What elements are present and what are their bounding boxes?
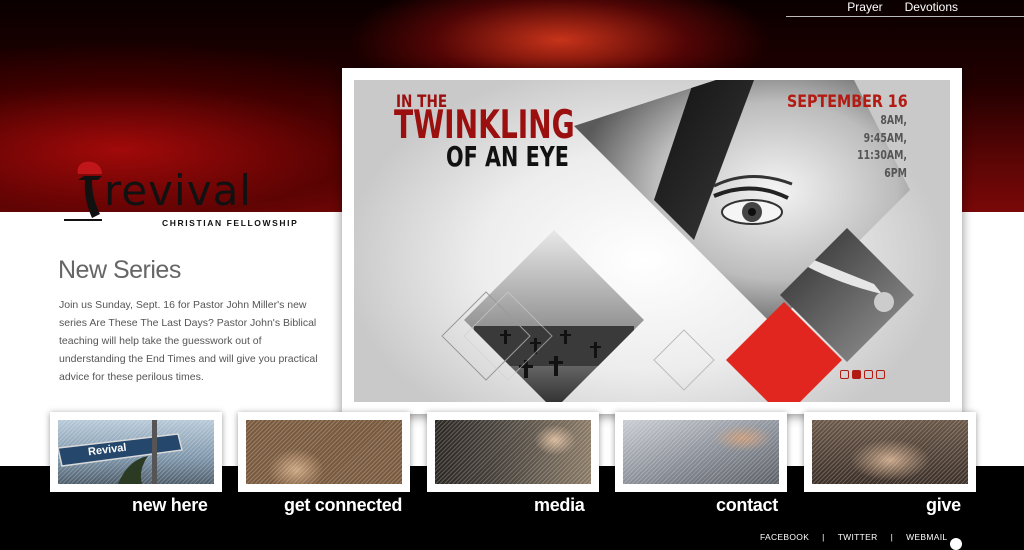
thumb-contact[interactable]	[615, 412, 787, 492]
thumb-image-new-here: Revival	[58, 420, 214, 484]
nav-devotions-link[interactable]: Devotions	[905, 0, 958, 14]
thumb-image-give	[812, 420, 968, 484]
footer-separator: |	[890, 532, 894, 542]
slide-dot-4[interactable]	[876, 370, 885, 379]
banner-title-line3: OF AN EYE	[446, 140, 569, 173]
slide-dot-1[interactable]	[840, 370, 849, 379]
thumb-image-contact	[623, 420, 779, 484]
scroll-indicator-icon[interactable]	[950, 538, 962, 550]
thumb-give[interactable]	[804, 412, 976, 492]
webmail-link[interactable]: WEBMAIL	[906, 532, 947, 542]
series-heading: New Series	[58, 256, 181, 284]
street-sign-graphic	[58, 420, 183, 484]
new-here-link[interactable]: new here	[132, 495, 208, 516]
media-link[interactable]: media	[534, 495, 585, 516]
logo-subtitle: CHRISTIAN FELLOWSHIP	[162, 218, 299, 228]
thumb-image-media	[435, 420, 591, 484]
contact-link[interactable]: contact	[716, 495, 778, 516]
logo-figure-icon	[64, 161, 102, 221]
slide-dot-2[interactable]	[852, 370, 861, 379]
footer-separator: |	[822, 532, 825, 542]
thumb-media[interactable]	[427, 412, 599, 492]
get-connected-link[interactable]: get connected	[284, 495, 402, 516]
banner-time: 9:45AM,	[863, 130, 907, 145]
banner-times: 8AM, 9:45AM, 11:30AM, 6PM	[843, 112, 907, 182]
slider-pagination	[840, 370, 885, 379]
give-link[interactable]: give	[926, 495, 961, 516]
featured-banner[interactable]: IN THE TWINKLING OF AN EYE SEPTEMBER 16 …	[342, 68, 962, 414]
slide-dot-3[interactable]	[864, 370, 873, 379]
banner-time: 11:30AM,	[857, 148, 907, 162]
banner-image: IN THE TWINKLING OF AN EYE SEPTEMBER 16 …	[354, 80, 950, 402]
series-description: Join us Sunday, Sept. 16 for Pastor John…	[59, 299, 318, 383]
thumb-image-get-connected	[246, 420, 402, 484]
footer-links: FACEBOOK | TWITTER | WEBMAIL	[760, 532, 947, 542]
banner-time: 8AM,	[880, 113, 907, 127]
top-nav: Prayer Devotions	[847, 0, 958, 14]
revival-logo[interactable]: revival CHRISTIAN FELLOWSHIP	[62, 158, 320, 228]
nav-prayer-link[interactable]: Prayer	[847, 0, 882, 14]
facebook-link[interactable]: FACEBOOK	[760, 532, 809, 542]
logo-wordmark: revival	[104, 166, 252, 215]
twitter-link[interactable]: TWITTER	[838, 532, 878, 542]
banner-time: 6PM	[884, 165, 907, 180]
banner-date: SEPTEMBER 16	[787, 92, 908, 112]
thumb-get-connected[interactable]	[238, 412, 410, 492]
top-nav-divider	[786, 16, 1024, 17]
thumb-new-here[interactable]: Revival	[50, 412, 222, 492]
